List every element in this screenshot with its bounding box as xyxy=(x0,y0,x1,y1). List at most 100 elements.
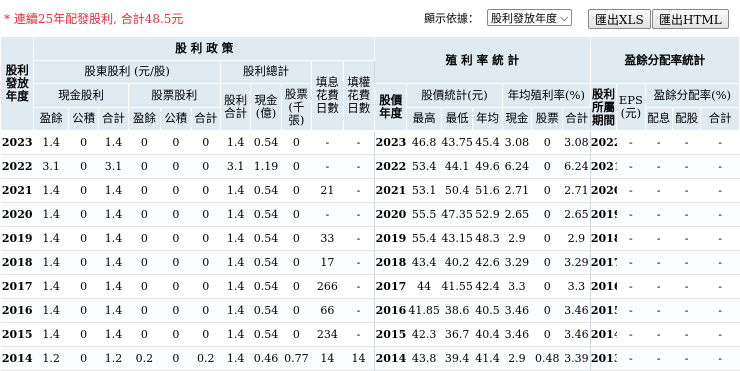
table-cell: 0 xyxy=(128,202,161,227)
table-cell: 1.4 xyxy=(98,130,129,155)
table-row: 2023 1.4 0 1.4 0 0 0 1.4 0.54 0- -2023 46.8 43.75 45.… xyxy=(0,130,740,155)
table-cell: - xyxy=(645,202,673,227)
table-cell: - xyxy=(700,202,740,227)
table-cell: 40.2 xyxy=(441,250,473,275)
header-avg-yield: 年均殖利率(%) xyxy=(501,83,591,108)
table-cell: - xyxy=(343,202,375,227)
table-cell: 2021 xyxy=(589,154,617,179)
display-control: 顯示依據： 股利發放年度 ⌵ xyxy=(424,9,573,26)
table-cell: 42.6 xyxy=(472,250,503,275)
table-cell: 3.08 xyxy=(502,130,532,155)
header-policy: 股 利 政 策 xyxy=(33,36,375,61)
table-cell: 1.4 xyxy=(220,130,251,155)
table-cell: 0 xyxy=(191,154,221,179)
table-cell: 2021 xyxy=(0,178,34,203)
table-cell: - xyxy=(343,250,375,275)
table-cell: 2020 xyxy=(0,202,34,227)
table-cell: - xyxy=(616,178,646,203)
table-cell: 2.9 xyxy=(502,346,532,371)
table-cell: - xyxy=(645,130,673,155)
table-cell: 0 xyxy=(191,202,221,227)
table-cell: 53.4 xyxy=(406,154,442,179)
table-cell: 2015 xyxy=(373,322,407,347)
table-cell: 38.6 xyxy=(441,298,473,323)
table-cell: - xyxy=(672,178,701,203)
header-earn-period: 股利所屬期間 xyxy=(589,83,618,131)
table-cell: 0 xyxy=(160,178,192,203)
table-cell: 0 xyxy=(128,154,161,179)
table-cell: 3.29 xyxy=(562,250,591,275)
table-cell: 1.4 xyxy=(33,274,69,299)
table-cell: 0 xyxy=(68,346,99,371)
table-cell: 2016 xyxy=(0,298,34,323)
table-cell: 43.15 xyxy=(441,226,473,251)
table-cell: - xyxy=(616,250,646,275)
table-cell: 0 xyxy=(160,226,192,251)
table-cell: 266 xyxy=(311,274,344,299)
table-cell: 2017 xyxy=(0,274,34,299)
header-stock-reserve: 公積 xyxy=(160,106,192,131)
table-cell: 44.1 xyxy=(441,154,473,179)
table-cell: 43.4 xyxy=(406,250,442,275)
table-cell: 0 xyxy=(68,226,99,251)
table-cell: 1.4 xyxy=(33,298,69,323)
table-cell: - xyxy=(672,274,701,299)
table-cell: 50.4 xyxy=(441,178,473,203)
header-yield-cash: 現金 xyxy=(501,106,533,131)
table-cell: 0 xyxy=(68,298,99,323)
table-cell: 0 xyxy=(128,298,161,323)
table-cell: 2.71 xyxy=(562,178,591,203)
table-cell: 1.4 xyxy=(220,202,251,227)
table-cell: 0 xyxy=(531,226,563,251)
header-dist-earn: 配息 xyxy=(644,106,673,131)
table-cell: 2016 xyxy=(373,298,407,323)
display-select-value: 股利發放年度 xyxy=(491,11,557,25)
top-bar: * 連續25年配發股利, 合計48.5元 顯示依據： 股利發放年度 ⌵ 匯出XL… xyxy=(0,0,740,36)
table-cell: 1.19 xyxy=(250,154,282,179)
table-cell: 1.2 xyxy=(98,346,129,371)
header-div-sum: 股利合計 xyxy=(219,83,252,131)
table-cell: - xyxy=(343,322,375,347)
table-cell: - xyxy=(311,154,344,179)
table-cell: 0.2 xyxy=(191,346,221,371)
table-cell: 0 xyxy=(128,226,161,251)
table-cell: 0.54 xyxy=(250,322,282,347)
table-cell: - xyxy=(616,130,646,155)
display-select[interactable]: 股利發放年度 ⌵ xyxy=(487,9,573,26)
table-cell: 1.4 xyxy=(33,178,69,203)
table-cell: - xyxy=(616,154,646,179)
export-html-button[interactable]: 匯出HTML xyxy=(652,9,729,29)
table-cell: 42.3 xyxy=(406,322,442,347)
header-stock-div: 股票股利 xyxy=(127,83,221,108)
table-cell: 1.4 xyxy=(98,178,129,203)
table-cell: - xyxy=(672,130,701,155)
table-cell: - xyxy=(700,250,740,275)
table-cell: - xyxy=(645,274,673,299)
export-xls-button[interactable]: 匯出XLS xyxy=(588,9,651,29)
table-cell: 3.29 xyxy=(502,250,532,275)
table-cell: 0 xyxy=(281,322,312,347)
table-cell: 49.6 xyxy=(472,154,503,179)
table-cell: - xyxy=(645,226,673,251)
table-cell: - xyxy=(311,202,344,227)
header-price-stats: 股價統計(元) xyxy=(406,83,503,108)
table-cell: 0 xyxy=(68,130,99,155)
table-cell: 0 xyxy=(281,130,312,155)
table-cell: 1.4 xyxy=(220,250,251,275)
table-cell: 0 xyxy=(191,226,221,251)
table-cell: 3.46 xyxy=(562,298,591,323)
table-cell: 2020 xyxy=(589,178,617,203)
table-cell: 1.2 xyxy=(33,346,69,371)
table-cell: 0 xyxy=(281,226,312,251)
table-cell: 2014 xyxy=(373,346,407,371)
table-cell: 2022 xyxy=(0,154,34,179)
table-cell: - xyxy=(616,202,646,227)
table-cell: 0 xyxy=(128,274,161,299)
table-cell: - xyxy=(343,130,375,155)
header-cash-div: 現金股利 xyxy=(33,83,129,108)
table-cell: - xyxy=(311,130,344,155)
table-cell: 1.4 xyxy=(98,202,129,227)
table-cell: 1.4 xyxy=(220,346,251,371)
table-cell: 44 xyxy=(406,274,442,299)
table-cell: 0 xyxy=(68,154,99,179)
